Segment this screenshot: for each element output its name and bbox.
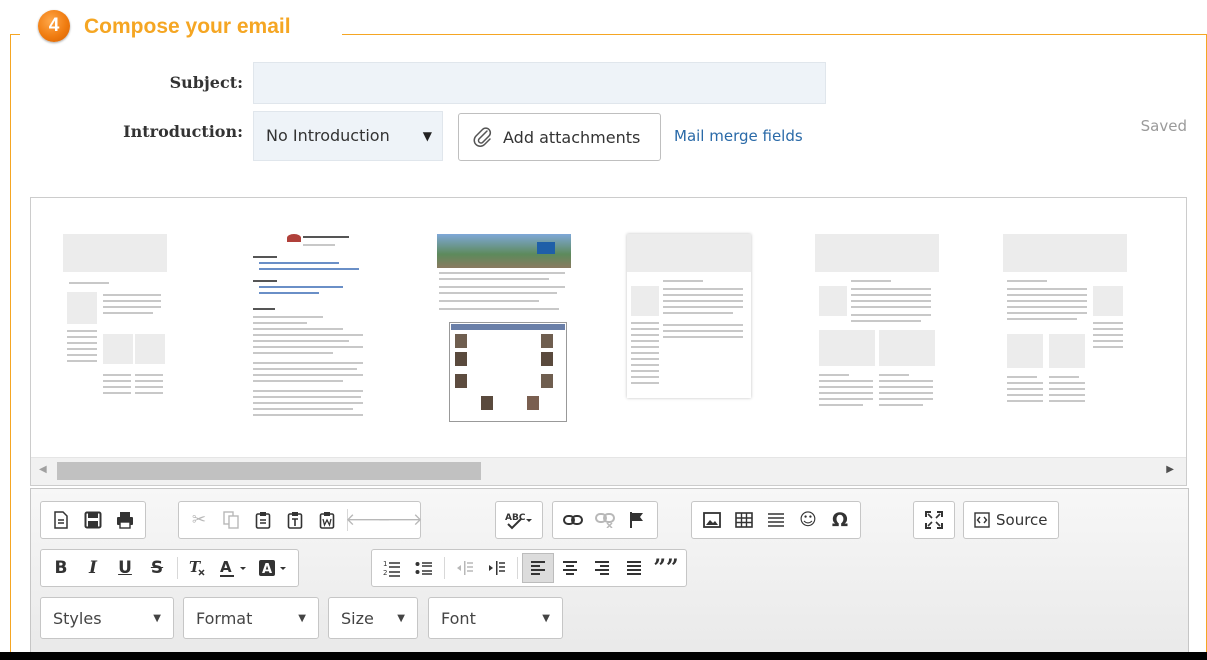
print-icon[interactable] [109, 505, 141, 535]
source-icon [974, 512, 990, 528]
styles-combo-label: Styles [53, 608, 102, 628]
source-label: Source [996, 511, 1048, 529]
blockquote-icon[interactable]: ”” [650, 553, 682, 583]
paragraph-group: 12 ”” [371, 549, 687, 587]
remove-format-icon[interactable]: T [182, 553, 214, 583]
maximize-group [913, 501, 955, 539]
template-thumbnail[interactable] [247, 234, 377, 422]
template-thumbnail[interactable] [437, 234, 571, 424]
horizontal-scrollbar[interactable]: ◀ ▶ [31, 457, 1186, 485]
source-group: Source [963, 501, 1059, 539]
image-icon[interactable] [696, 505, 728, 535]
toolbar-separator [177, 557, 178, 579]
styles-combo[interactable]: Styles ▼ [40, 597, 174, 639]
link-tools-group [552, 501, 658, 539]
bold-button[interactable]: B [45, 553, 77, 583]
unlink-icon[interactable] [589, 505, 621, 535]
paste-text-icon[interactable] [279, 505, 311, 535]
chevron-down-icon: ▼ [397, 612, 405, 624]
save-icon[interactable] [77, 505, 109, 535]
template-thumbnail[interactable] [627, 234, 751, 398]
toolbar-separator [517, 557, 518, 579]
toolbar-separator [444, 557, 445, 579]
numbered-list-icon[interactable]: 12 [376, 553, 408, 583]
spellcheck-icon[interactable]: ABC [500, 505, 538, 535]
mail-merge-fields-link[interactable]: Mail merge fields [674, 127, 803, 145]
bulleted-list-icon[interactable] [408, 553, 440, 583]
text-color-icon[interactable]: A [214, 553, 254, 583]
save-status: Saved [1140, 117, 1187, 135]
svg-text:A: A [220, 558, 232, 576]
chevron-down-icon: ▼ [542, 612, 550, 624]
strikethrough-button[interactable]: S [141, 553, 173, 583]
subject-label: Subject: [169, 73, 243, 92]
redo-icon[interactable]: 🡒 [377, 505, 423, 535]
horizontal-line-icon[interactable] [760, 505, 792, 535]
anchor-flag-icon[interactable] [621, 505, 653, 535]
add-attachments-button[interactable]: Add attachments [458, 113, 661, 161]
background-color-icon[interactable]: A [254, 553, 294, 583]
template-thumbnail[interactable] [63, 234, 167, 422]
paste-icon[interactable] [247, 505, 279, 535]
format-combo-label: Format [196, 608, 253, 628]
frame-border [10, 34, 11, 660]
section-title: Compose your email [84, 15, 291, 38]
template-thumbnail[interactable] [815, 234, 939, 422]
svg-text:2: 2 [383, 569, 387, 577]
copy-icon[interactable] [215, 505, 247, 535]
scrollbar-thumb[interactable] [57, 462, 481, 480]
link-icon[interactable] [557, 505, 589, 535]
source-button[interactable]: Source [968, 511, 1054, 529]
template-gallery: ◀ ▶ [30, 197, 1187, 486]
font-combo[interactable]: Font ▼ [428, 597, 563, 639]
text-style-group: B I U S T A A [40, 549, 299, 587]
size-combo[interactable]: Size ▼ [328, 597, 418, 639]
frame-border [10, 34, 20, 35]
chevron-down-icon: ▼ [298, 612, 306, 624]
chevron-down-icon: ▼ [153, 612, 161, 624]
smiley-icon[interactable]: ☺ [792, 505, 824, 535]
bottom-edge [0, 652, 1207, 660]
justify-icon[interactable] [618, 553, 650, 583]
format-combo[interactable]: Format ▼ [183, 597, 319, 639]
align-center-icon[interactable] [554, 553, 586, 583]
clipboard-tools-group: ✂ 🡐 🡒 [178, 501, 423, 539]
font-combo-label: Font [441, 608, 476, 628]
new-page-icon[interactable] [45, 505, 77, 535]
maximize-icon[interactable] [918, 505, 950, 535]
scroll-left-arrow-icon[interactable]: ◀ [39, 464, 47, 475]
align-right-icon[interactable] [586, 553, 618, 583]
align-left-icon[interactable] [522, 553, 554, 583]
dropdown-arrow-icon: ▼ [422, 129, 432, 143]
scroll-right-arrow-icon[interactable]: ▶ [1166, 464, 1174, 475]
italic-button[interactable]: I [77, 553, 109, 583]
frame-border [342, 34, 1207, 35]
increase-indent-icon[interactable] [481, 553, 513, 583]
step-number-badge: 4 [38, 10, 70, 42]
svg-text:A: A [262, 562, 272, 577]
cut-icon[interactable]: ✂ [183, 505, 215, 535]
special-character-icon[interactable]: Ω [824, 505, 856, 535]
paperclip-icon [473, 127, 492, 147]
spellcheck-group: ABC [495, 501, 543, 539]
introduction-label: Introduction: [123, 122, 243, 141]
introduction-select[interactable]: No Introduction ▼ [253, 111, 443, 161]
document-tools-group [40, 501, 146, 539]
introduction-selected-value: No Introduction [266, 126, 390, 145]
size-combo-label: Size [341, 608, 374, 628]
decrease-indent-icon[interactable] [449, 553, 481, 583]
editor-toolbar: ✂ 🡐 🡒 ABC ☺ Ω Source B I U S T A A 1 2 ”… [30, 488, 1189, 660]
template-thumbnail[interactable] [1003, 234, 1127, 422]
insert-tools-group: ☺ Ω [691, 501, 861, 539]
svg-text:1: 1 [383, 560, 387, 568]
subject-input[interactable] [253, 62, 826, 104]
paste-from-word-icon[interactable] [311, 505, 343, 535]
svg-text:ABC: ABC [505, 513, 526, 523]
add-attachments-label: Add attachments [503, 127, 641, 147]
underline-button[interactable]: U [109, 553, 141, 583]
table-icon[interactable] [728, 505, 760, 535]
